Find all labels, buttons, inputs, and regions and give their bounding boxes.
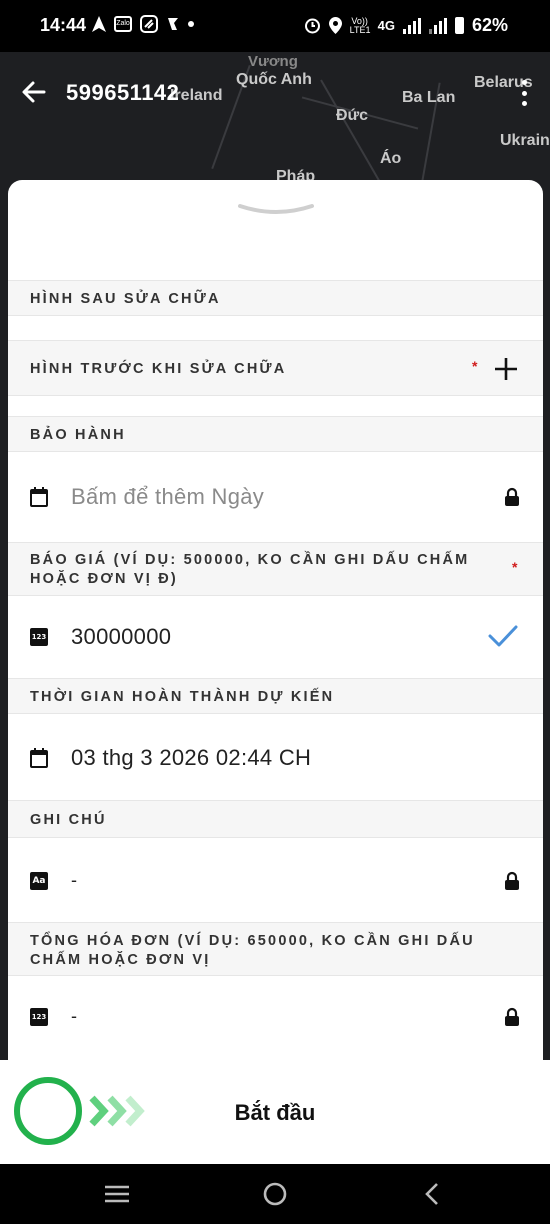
- section-label: BÁO GIÁ (VÍ DỤ: 500000, KO CẦN GHI DẤU C…: [30, 552, 470, 568]
- back-arrow-icon[interactable]: [20, 78, 48, 106]
- location-icon: [328, 17, 342, 34]
- required-mark: *: [472, 358, 478, 374]
- notification-icons: Zalo: [92, 15, 194, 33]
- number-field-icon: 123: [30, 628, 48, 646]
- home-icon[interactable]: [260, 1180, 290, 1208]
- section-label: CHẤM HOẶC ĐƠN VỊ: [30, 952, 211, 968]
- eta-input[interactable]: 03 thg 3 2026 02:44 CH: [71, 745, 311, 771]
- navigation-arrow-icon: [92, 16, 106, 32]
- start-label: Bắt đầu: [234, 1100, 316, 1125]
- section-label: GHI CHÚ: [30, 812, 107, 828]
- note-input[interactable]: -: [71, 870, 77, 891]
- page-title: 599651142: [66, 80, 180, 105]
- section-label: HOẶC ĐƠN VỊ Đ): [30, 571, 178, 587]
- section-warranty: BẢO HÀNH: [8, 416, 543, 452]
- check-icon: [488, 625, 518, 647]
- section-label: THỜI GIAN HOÀN THÀNH DỰ KIẾN: [30, 689, 335, 705]
- more-options-icon[interactable]: [514, 76, 534, 110]
- map-label: Ukrain: [500, 132, 550, 149]
- system-icons: Vo)) LTE1 4G 62%: [304, 15, 508, 36]
- number-field-icon: 123: [30, 1008, 48, 1026]
- lock-icon: [505, 487, 519, 506]
- signal-icon-2: [428, 17, 447, 34]
- section-label: BẢO HÀNH: [30, 427, 126, 443]
- section-total: TỔNG HÓA ĐƠN (VÍ DỤ: 650000, KO CẦN GHI …: [8, 922, 543, 976]
- note-field[interactable]: Aa -: [8, 838, 543, 922]
- warranty-date-input[interactable]: Bấm để thêm Ngày: [71, 484, 264, 510]
- zalo-icon: Zalo: [114, 16, 132, 32]
- notification-dot: [188, 21, 194, 27]
- section-before-repair: HÌNH TRƯỚC KHI SỬA CHỮA *: [8, 340, 543, 396]
- before-repair-photos[interactable]: [8, 396, 543, 416]
- quote-field[interactable]: 123 30000000: [8, 596, 543, 678]
- system-navigation-bar: [0, 1164, 550, 1224]
- network-type: 4G: [377, 18, 395, 33]
- app-icon: [140, 15, 158, 33]
- back-icon[interactable]: [418, 1180, 448, 1208]
- bottom-sheet: HÌNH SAU SỬA CHỮA HÌNH TRƯỚC KHI SỬA CHỮ…: [8, 180, 543, 1060]
- signal-icon: [402, 17, 421, 34]
- battery-icon: [454, 17, 464, 34]
- text-field-icon: Aa: [30, 872, 48, 890]
- after-repair-photos[interactable]: [8, 316, 543, 340]
- warranty-date-field[interactable]: Bấm để thêm Ngày: [8, 452, 543, 542]
- battery-percent: 62%: [471, 15, 508, 35]
- lock-icon: [505, 1007, 519, 1026]
- total-field[interactable]: 123 -: [8, 976, 543, 1060]
- required-mark: *: [512, 559, 518, 575]
- section-note: GHI CHÚ: [8, 800, 543, 838]
- section-label: HÌNH TRƯỚC KHI SỬA CHỮA: [30, 361, 287, 377]
- section-label: HÌNH SAU SỬA CHỮA: [30, 291, 221, 307]
- status-time: 14:44: [40, 15, 87, 35]
- quote-input[interactable]: 30000000: [71, 624, 171, 650]
- map-label: Áo: [380, 150, 402, 167]
- app-header: 599651142: [0, 60, 550, 124]
- section-after-repair: HÌNH SAU SỬA CHỮA: [8, 280, 543, 316]
- add-photo-button[interactable]: [494, 357, 518, 381]
- total-input[interactable]: -: [71, 1006, 77, 1027]
- calendar-icon: [30, 487, 48, 507]
- alarm-icon: [304, 18, 320, 34]
- status-bar: 14:44 Zalo Vo)) LTE1 4G 62%: [0, 0, 550, 52]
- eta-field[interactable]: 03 thg 3 2026 02:44 CH: [8, 714, 543, 800]
- section-label: TỔNG HÓA ĐƠN (VÍ DỤ: 650000, KO CẦN GHI …: [30, 933, 475, 949]
- lock-icon: [505, 871, 519, 890]
- volte-indicator: Vo)) LTE1: [349, 15, 371, 35]
- section-quote: BÁO GIÁ (VÍ DỤ: 500000, KO CẦN GHI DẤU C…: [8, 542, 543, 596]
- recent-apps-icon[interactable]: [102, 1180, 132, 1208]
- section-eta: THỜI GIAN HOÀN THÀNH DỰ KIẾN: [8, 678, 543, 714]
- calendar-icon: [30, 748, 48, 768]
- wifi-call-icon: [168, 18, 178, 30]
- start-slider-bar: Bắt đầu: [0, 1060, 550, 1164]
- sheet-drag-handle[interactable]: [238, 202, 314, 216]
